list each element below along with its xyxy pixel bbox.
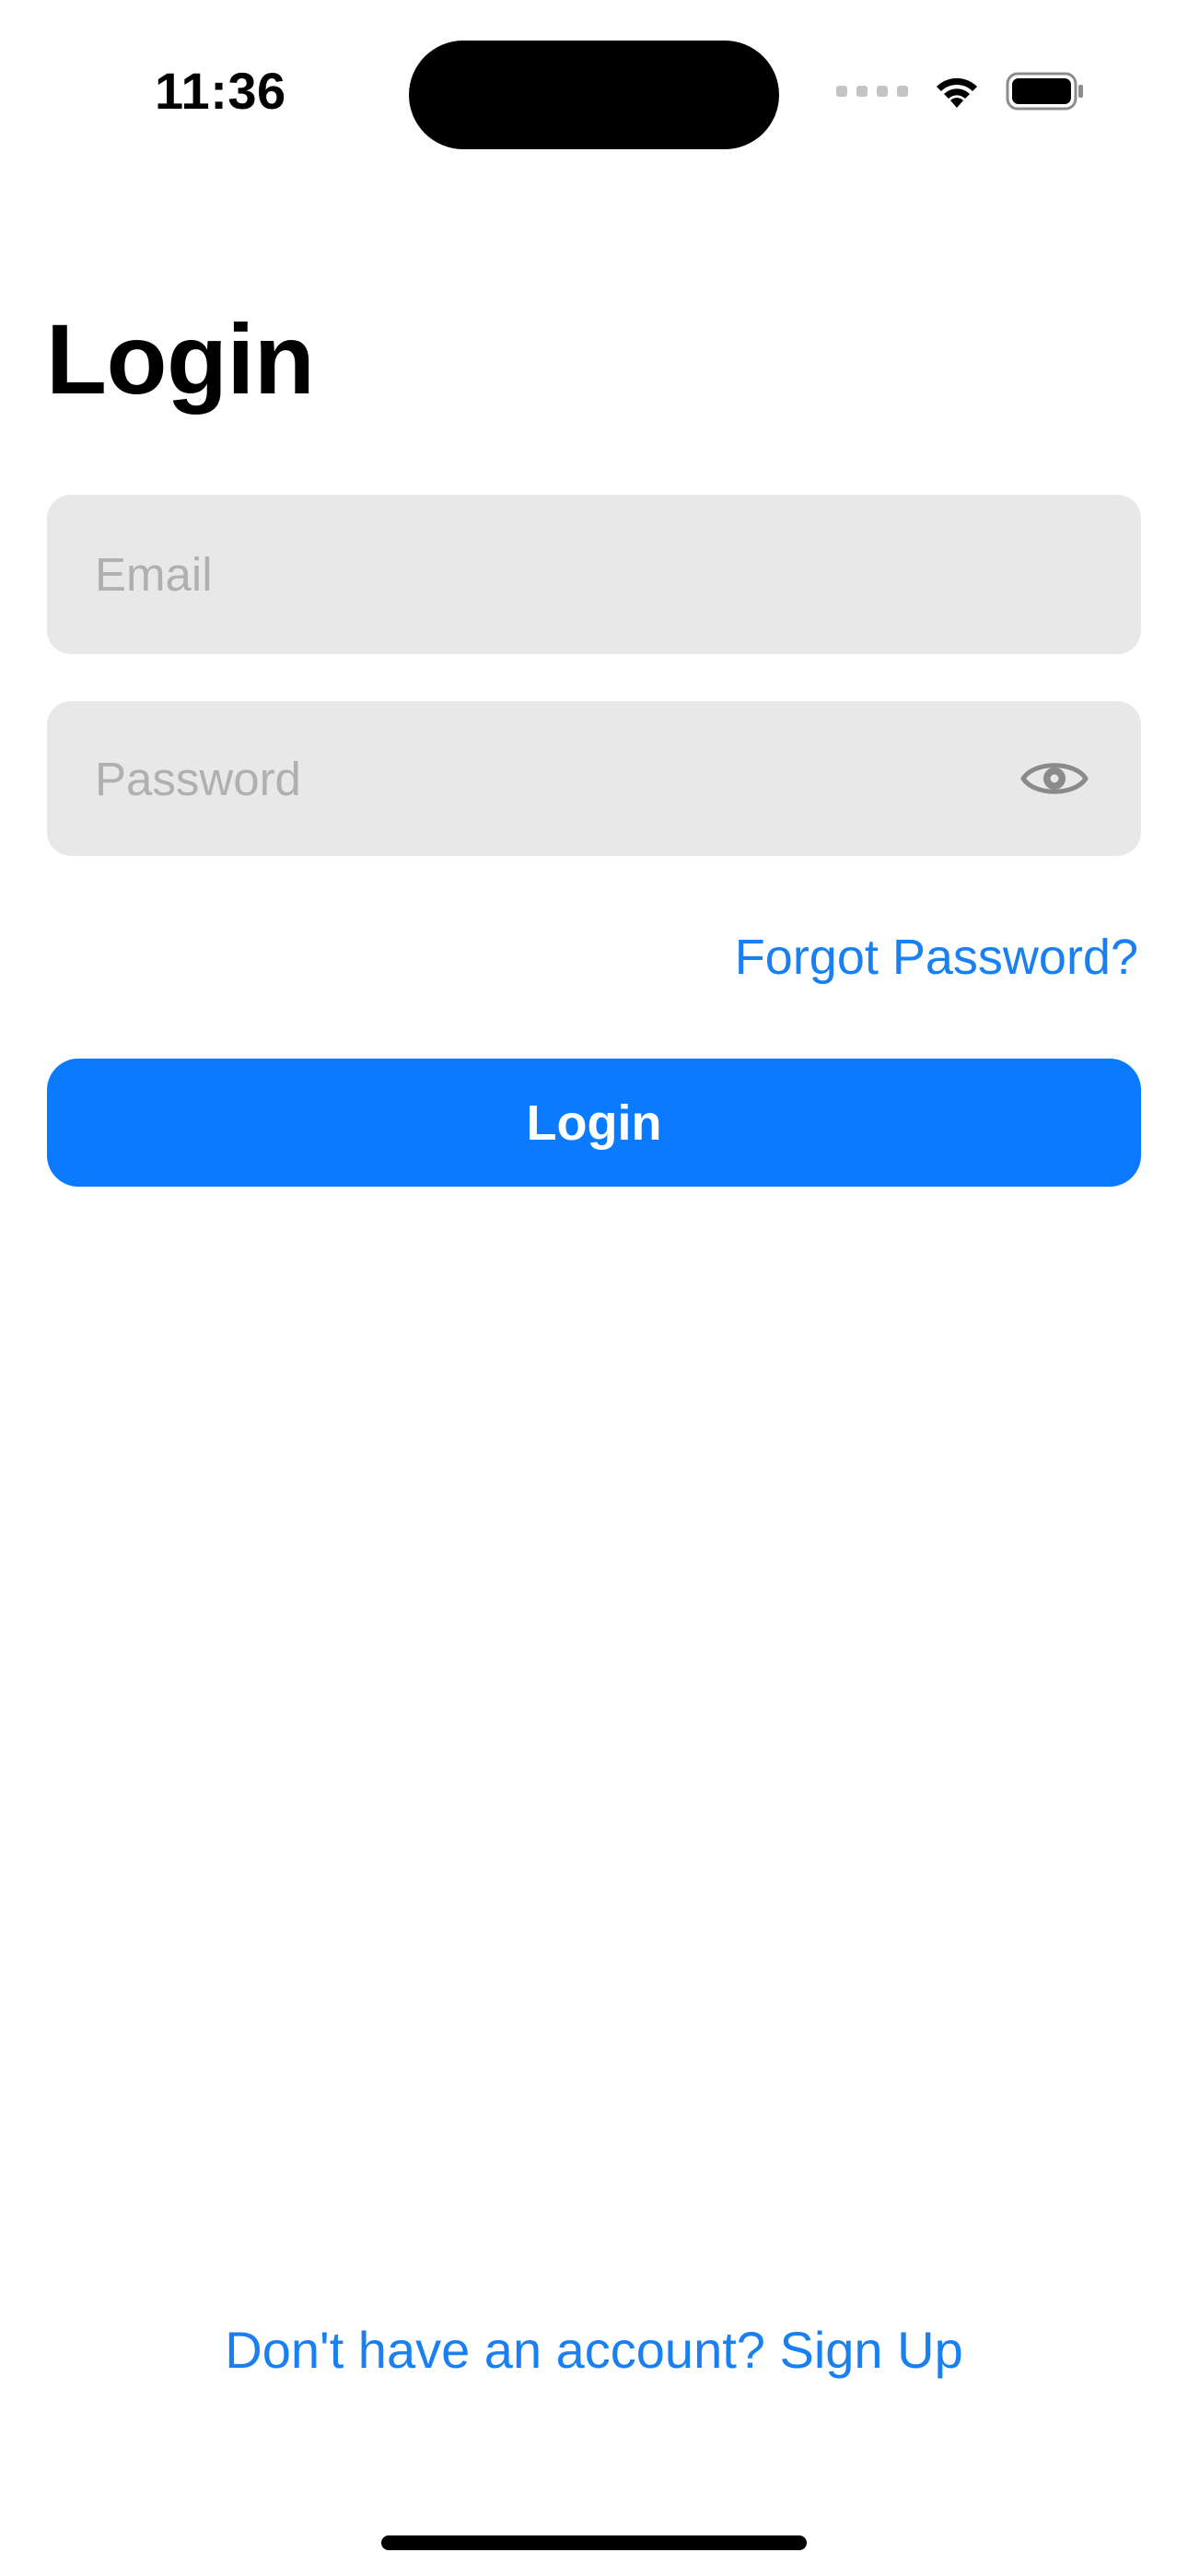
page-title: Login <box>46 303 315 415</box>
forgot-password-link[interactable]: Forgot Password? <box>735 929 1138 986</box>
home-indicator[interactable] <box>381 2535 807 2550</box>
status-bar: 11:36 <box>0 0 1188 166</box>
wifi-icon <box>932 73 982 110</box>
cellular-signal-icon <box>836 86 908 97</box>
email-field[interactable] <box>95 495 1016 654</box>
sign-up-link[interactable]: Don't have an account? Sign Up <box>0 2320 1188 2380</box>
battery-icon <box>1006 72 1085 111</box>
eye-icon[interactable] <box>1019 755 1089 802</box>
status-time: 11:36 <box>155 62 286 120</box>
dynamic-island <box>409 41 779 149</box>
status-icons <box>836 72 1085 111</box>
email-field-container[interactable] <box>47 495 1141 654</box>
login-button[interactable]: Login <box>47 1059 1141 1187</box>
password-field-container[interactable] <box>47 701 1141 856</box>
password-field[interactable] <box>95 701 1016 856</box>
